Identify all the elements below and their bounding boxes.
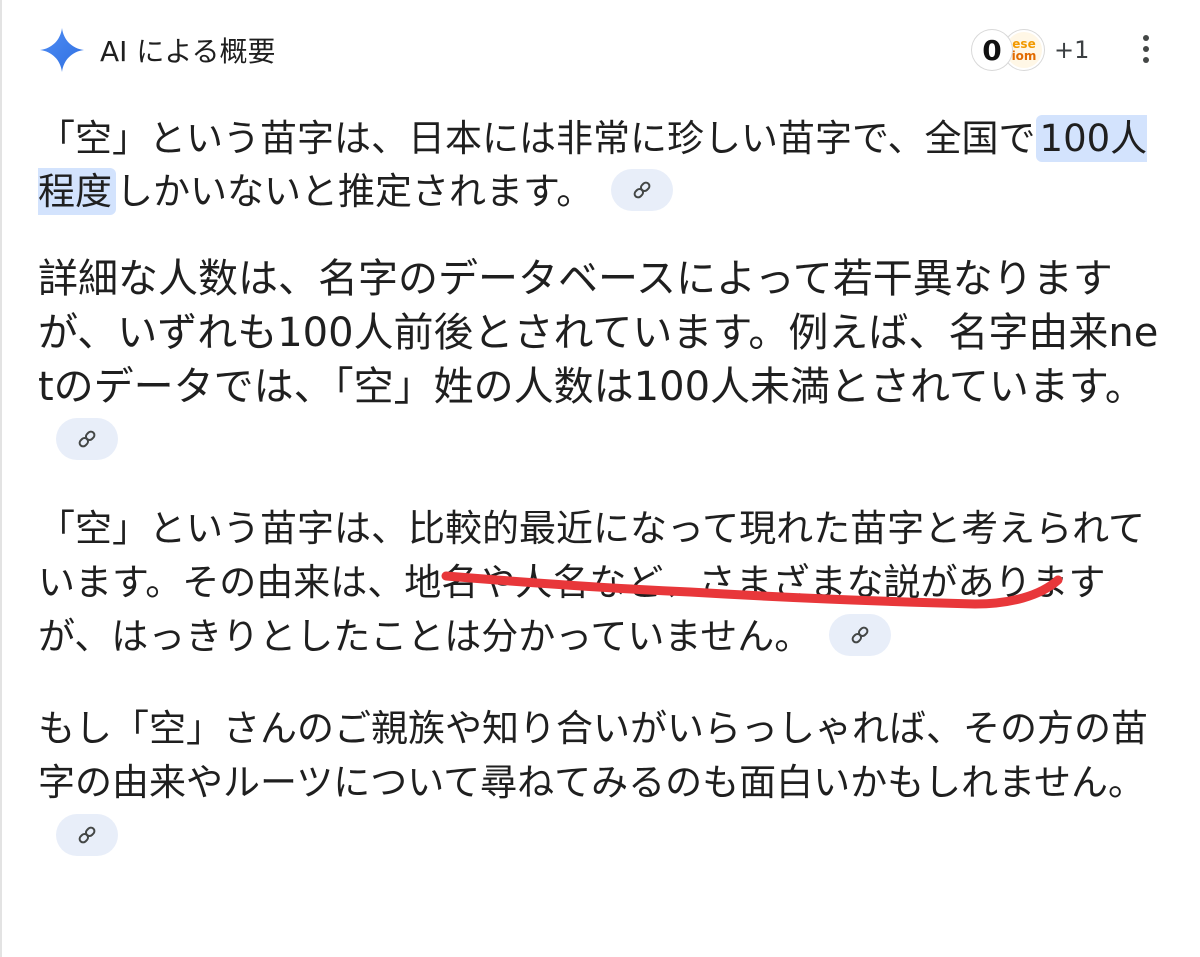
paragraph-4: もし「空」さんのご親族や知り合いがいらっしゃれば、その方の苗字の由来やルーツにつ… (38, 702, 1166, 864)
paragraph-1: 「空」という苗字は、日本には非常に珍しい苗字で、全国で 100人程度 しかいないと推… (38, 112, 1166, 218)
paragraph-3-text: 「空」という苗字は、比較的最近になって現れた苗字と考えられています。その由来は、… (38, 507, 1146, 658)
paragraph-1-after: しかいないと推定されます。 (116, 170, 594, 213)
paragraph-2-text: 詳細な人数は、名字のデータベースによって若干異なりますが、いずれも100人前後と… (38, 256, 1159, 410)
source-link-chip-3[interactable] (829, 613, 892, 656)
link-icon (78, 826, 96, 843)
ai-overview-title: AI による概要 (100, 35, 276, 68)
paragraph-2: 詳細な人数は、名字のデータベースによって若干異なりますが、いずれも100人前後と… (38, 252, 1166, 468)
overview-content: 「空」という苗字は、日本には非常に珍しい苗字で、全国で 100人程度 しかいないと推… (38, 112, 1166, 864)
paragraph-1-before: 「空」という苗字は、日本には非常に珍しい苗字で、全国で (38, 117, 1036, 160)
source-avatars[interactable]: 0 ese iom +1 (972, 28, 1089, 72)
left-edge-divider (0, 0, 2, 957)
source-avatar-zero-text: 0 (982, 33, 1002, 67)
ai-overview-header: AI による概要 0 ese iom +1 (38, 22, 1162, 82)
sparkle-icon (40, 28, 84, 72)
source-avatar-esa-line2: iom (1011, 49, 1037, 63)
more-sources-count[interactable]: +1 (1054, 36, 1089, 64)
link-icon (851, 626, 869, 643)
link-icon (633, 181, 651, 198)
source-link-chip-2[interactable] (56, 418, 118, 460)
source-avatar-zero[interactable]: 0 (972, 30, 1012, 70)
source-link-chip-1[interactable] (611, 168, 674, 211)
more-vertical-icon[interactable] (1134, 32, 1158, 68)
paragraph-3: 「空」という苗字は、比較的最近になって現れた苗字と考えられています。その由来は、… (38, 502, 1166, 664)
link-icon (78, 430, 96, 448)
paragraph-4-text: もし「空」さんのご親族や知り合いがいらっしゃれば、その方の苗字の由来やルーツにつ… (38, 707, 1148, 804)
source-link-chip-4[interactable] (56, 813, 118, 856)
